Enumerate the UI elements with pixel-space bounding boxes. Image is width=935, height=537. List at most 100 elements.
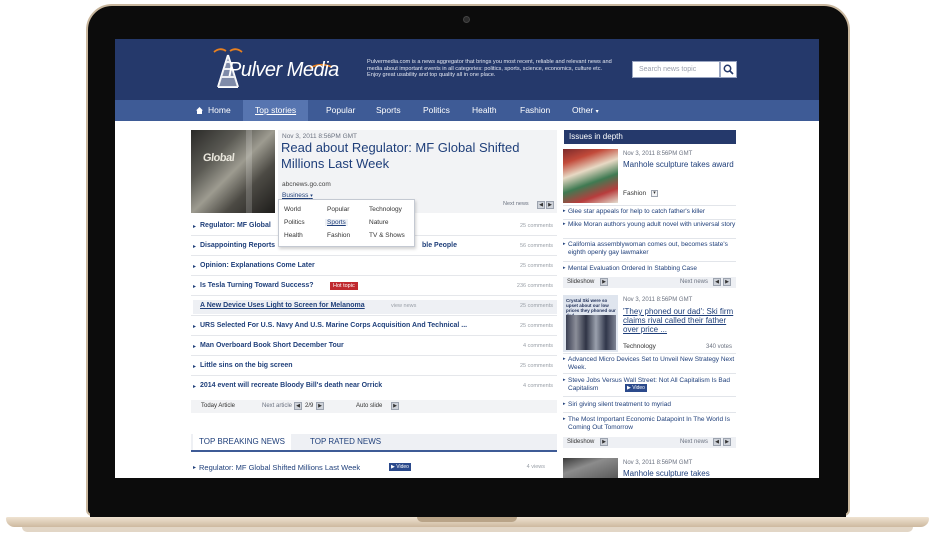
next-arrow-icon[interactable]: ▶	[546, 201, 554, 209]
breaking-story[interactable]: ▸ Regulator: MF Global Shifted Millions …	[193, 462, 557, 474]
dropdown-item-tv-shows[interactable]: TV & Shows	[369, 232, 405, 239]
list-item[interactable]: ▸ Glee star appeals for help to catch fat…	[563, 208, 738, 216]
list-item[interactable]: ▸ Is Tesla Turning Toward Success? Hot t…	[193, 280, 557, 294]
featured-image[interactable]: Global	[191, 130, 275, 213]
divider	[191, 335, 557, 336]
slideshow-label[interactable]: Slideshow	[567, 439, 594, 445]
list-item[interactable]: ▸ The Most Important Economic Datapoint I…	[563, 416, 738, 431]
auto-slide-icon[interactable]: ▶	[391, 402, 399, 410]
today-article-label[interactable]: Today Article	[201, 403, 235, 409]
list-item[interactable]: ▸ URS Selected For U.S. Navy And U.S. Ma…	[193, 320, 557, 334]
dropdown-item-nature[interactable]: Nature	[369, 219, 389, 226]
right-block1-category[interactable]: Fashion	[623, 190, 646, 197]
dropdown-item-technology[interactable]: Technology	[369, 206, 402, 213]
story-comments: 56 comments	[519, 243, 553, 249]
search-input[interactable]: Search news topic	[632, 61, 720, 78]
search-button[interactable]	[720, 61, 737, 78]
slideshow-play-icon[interactable]: ▶	[600, 278, 608, 286]
list-item-title[interactable]: Siri giving silent treatment to myriad	[563, 401, 738, 409]
nav-popular[interactable]: Popular	[326, 100, 355, 121]
story-title[interactable]: A New Device Uses Light to Screen for Me…	[200, 302, 365, 309]
list-item[interactable]: ▸ Little sins on the big screen 25 comme…	[193, 360, 557, 374]
right-block2-category[interactable]: Technology	[623, 343, 656, 350]
slideshow-bar: Slideshow ▶ Next news ◀ ▶	[563, 437, 736, 448]
dropdown-item-popular[interactable]: Popular	[327, 206, 349, 213]
bullet-icon: ▸	[193, 364, 197, 370]
list-item[interactable]: A New Device Uses Light to Screen for Me…	[193, 300, 557, 314]
stage: Pulver Media Pulvermedia.com is a news a…	[0, 0, 935, 537]
nav-other[interactable]: Other ▾	[572, 100, 599, 121]
dropdown-item-politics[interactable]: Politics	[284, 219, 305, 226]
next-article-label[interactable]: Next article	[262, 403, 292, 409]
slideshow-play-icon[interactable]: ▶	[600, 438, 608, 446]
list-item[interactable]: ▸ Steve Jobs Versus Wall Street: Not All …	[563, 377, 738, 392]
bullet-icon: ▸	[563, 208, 566, 214]
list-item[interactable]: ▸ Siri giving silent treatment to myriad	[563, 401, 738, 409]
story-title[interactable]: Is Tesla Turning Toward Success?	[200, 282, 314, 289]
dropdown-item-world[interactable]: World	[284, 206, 301, 213]
list-item-title[interactable]: Mike Moran authors young adult novel wit…	[563, 221, 738, 229]
right-block1-title[interactable]: Manhole sculpture takes award	[623, 160, 738, 169]
breaking-story-title[interactable]: Regulator: MF Global Shifted Millions La…	[199, 463, 360, 472]
dropdown-item-health[interactable]: Health	[284, 232, 303, 239]
nav-fashion[interactable]: Fashion	[520, 100, 550, 121]
dropdown-item-fashion[interactable]: Fashion	[327, 232, 350, 239]
story-comments: 25 comments	[519, 303, 553, 309]
story-title[interactable]: 2014 event will recreate Bloody Bill's d…	[200, 382, 382, 389]
list-item[interactable]: ▸ 2014 event will recreate Bloody Bill's…	[193, 380, 557, 394]
dropdown-item-sports[interactable]: Sports	[325, 219, 348, 226]
story-title[interactable]: Opinion: Explanations Come Later	[200, 262, 315, 269]
featured-category[interactable]: Business ▾	[282, 192, 313, 199]
next-arrow-icon[interactable]: ▶	[723, 438, 731, 446]
right-block3-title[interactable]: Manhole sculpture takes	[623, 469, 738, 478]
next-arrow-icon[interactable]: ▶	[723, 278, 731, 286]
story-title[interactable]: URS Selected For U.S. Navy And U.S. Mari…	[200, 322, 467, 329]
story-comments: 25 comments	[519, 363, 553, 369]
story-title[interactable]: Regulator: MF Global	[200, 222, 271, 229]
next-article-icon[interactable]: ▶	[316, 402, 324, 410]
list-item[interactable]: ▸ Mike Moran authors young adult novel wi…	[563, 221, 738, 229]
story-title[interactable]: Little sins on the big screen	[200, 362, 293, 369]
featured-source[interactable]: abcnews.go.com	[282, 181, 331, 188]
tab-top-rated-news[interactable]: TOP RATED NEWS	[304, 434, 387, 450]
nav-top-stories[interactable]: Top stories	[243, 100, 309, 121]
list-item-title[interactable]: Advanced Micro Devices Set to Unveil New…	[563, 356, 738, 371]
ski-ad-image[interactable]: Crystal Ski were so upset about our low …	[563, 295, 618, 352]
list-item[interactable]: ▸ Opinion: Explanations Come Later 25 co…	[193, 260, 557, 274]
nav-health[interactable]: Health	[472, 100, 497, 121]
divider	[563, 261, 736, 262]
manhole-sculpture-image[interactable]	[563, 149, 618, 203]
story-title[interactable]: Man Overboard Book Short December Tour	[200, 342, 344, 349]
nav-sports[interactable]: Sports	[376, 100, 401, 121]
prev-article-icon[interactable]: ◀	[294, 402, 302, 410]
slideshow-label[interactable]: Slideshow	[567, 279, 594, 285]
list-item[interactable]: ▸ Mental Evaluation Ordered In Stabbing C…	[563, 265, 738, 273]
tab-top-breaking-news[interactable]: TOP BREAKING NEWS	[193, 434, 291, 450]
auto-slide-label[interactable]: Auto slide	[356, 403, 382, 409]
list-item-title[interactable]: Mental Evaluation Ordered In Stabbing Ca…	[563, 265, 738, 273]
right-block2-title[interactable]: 'They phoned our dad': Ski firm claims r…	[623, 307, 738, 334]
list-item-title[interactable]: Steve Jobs Versus Wall Street: Not All C…	[563, 377, 738, 392]
chevron-down-icon[interactable]: ▾	[651, 190, 658, 197]
list-item-title[interactable]: California assemblywoman comes out, beco…	[563, 241, 738, 256]
laptop-shadow	[22, 527, 913, 532]
logo-text[interactable]: Pulver Media	[228, 59, 339, 82]
manhole-sculpture-image[interactable]	[563, 458, 618, 478]
story-title-tail[interactable]: ble People	[422, 242, 457, 249]
prev-arrow-icon[interactable]: ◀	[713, 278, 721, 286]
view-news-link[interactable]: view news	[391, 303, 416, 309]
nav-home[interactable]: Home	[208, 100, 231, 121]
prev-arrow-icon[interactable]: ◀	[713, 438, 721, 446]
list-item-title[interactable]: Glee star appeals for help to catch fath…	[563, 208, 738, 216]
list-item[interactable]: ▸ Man Overboard Book Short December Tour…	[193, 340, 557, 354]
laptop-notch	[417, 517, 517, 522]
bullet-icon: ▸	[193, 384, 197, 390]
prev-arrow-icon[interactable]: ◀	[537, 201, 545, 209]
nav-politics[interactable]: Politics	[423, 100, 450, 121]
featured-title[interactable]: Read about Regulator: MF Global Shifted …	[281, 140, 553, 171]
list-item[interactable]: ▸ California assemblywoman comes out, bec…	[563, 241, 738, 256]
image-highlight	[246, 130, 252, 213]
list-item-title[interactable]: The Most Important Economic Datapoint In…	[563, 416, 738, 431]
list-item[interactable]: ▸ Advanced Micro Devices Set to Unveil Ne…	[563, 356, 738, 371]
story-title[interactable]: Disappointing Reports	[200, 242, 275, 249]
